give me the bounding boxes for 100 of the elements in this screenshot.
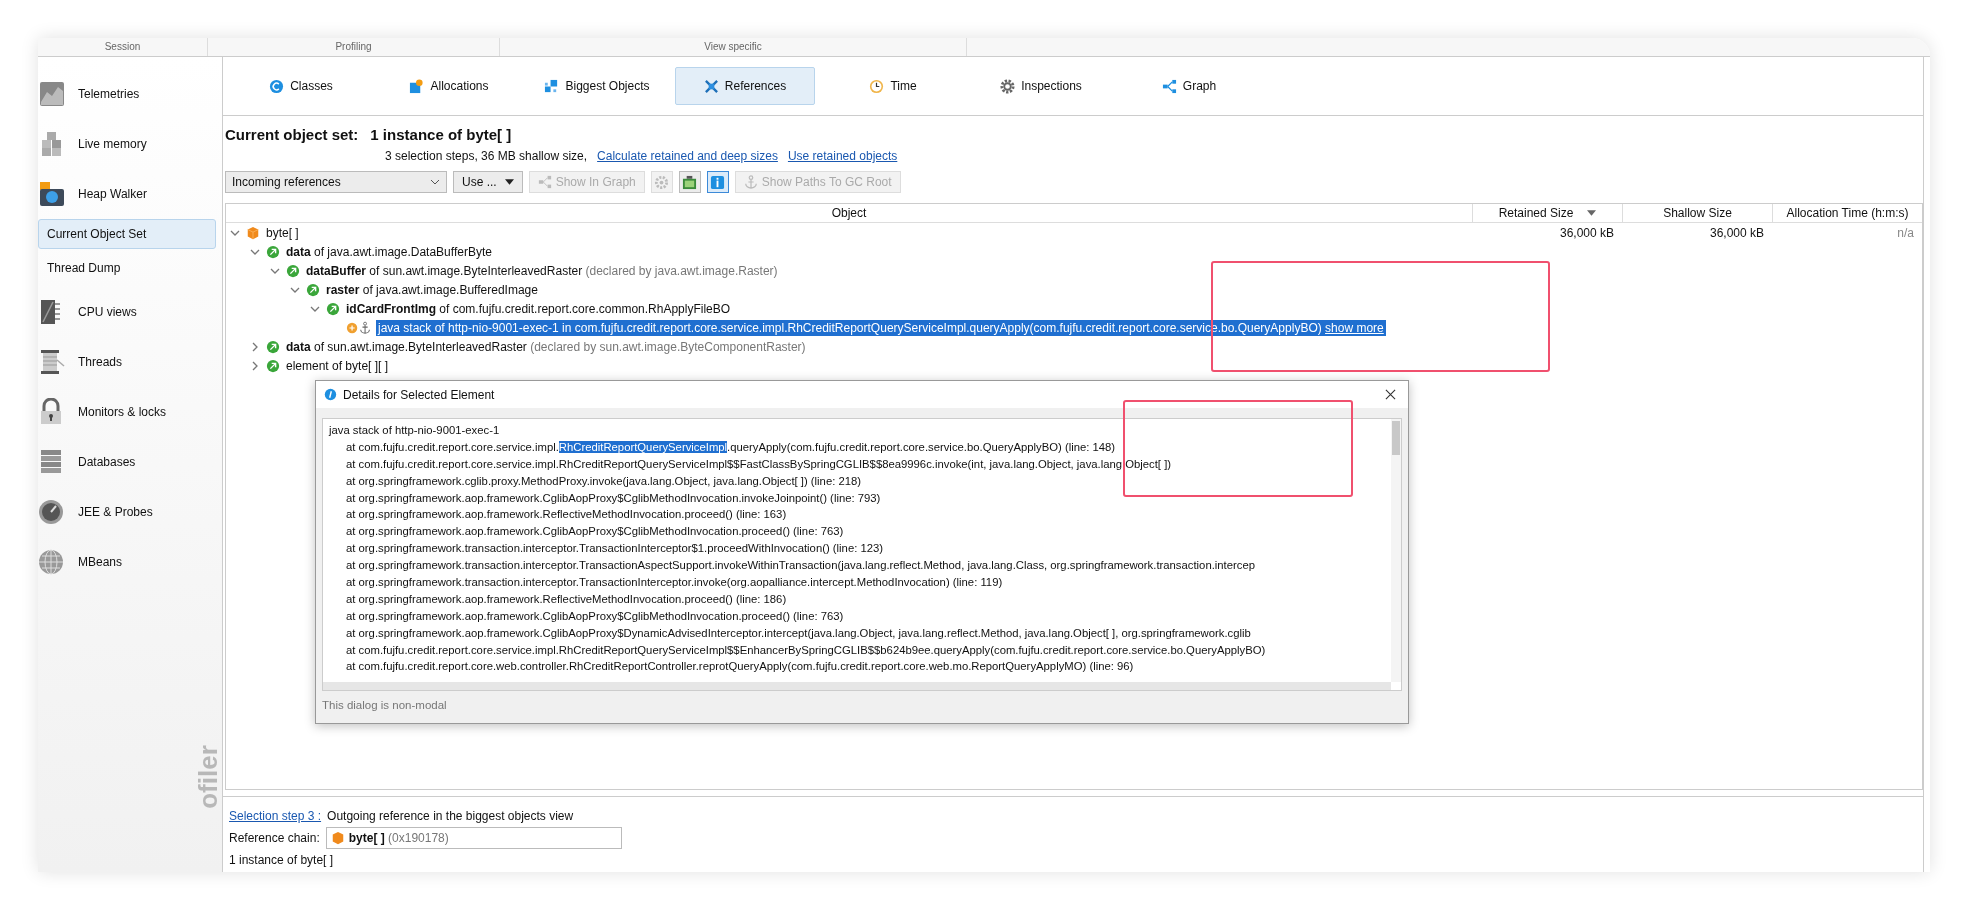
chevron-down-icon: [430, 179, 440, 185]
stack-trace-line: at org.springframework.transaction.interceptor.TransactionAspectSupport.invokeWithinTransaction(java.lang.reflect.Method, java.lang.Class, org.springframework.transaction.intercep: [345, 558, 1256, 574]
sidebar-item[interactable]: Heap Walker: [38, 169, 222, 219]
action-link[interactable]: Use retained objects: [787, 149, 898, 163]
stack-trace-line: at org.springframework.aop.framework.CglibAopProxy$CglibMethodInvocation.proceed() (line: 763): [345, 524, 845, 540]
tree-node[interactable]: idCardFrontImg of com.fujfu.credit.report.core.common.RhApplyFileBO: [344, 300, 733, 317]
sort-caret-icon: [1587, 210, 1597, 216]
stack-trace-line: at com.fujfu.credit.report.core.web.controller.RhCreditReportController.reprotQueryApply(com.fujfu.credit.report.core.web.mo.ReportQueryApplyMO) (line: 96): [345, 659, 1135, 675]
clock-icon: [869, 78, 885, 94]
sidebar-item[interactable]: Databases: [38, 437, 222, 487]
view-tab[interactable]: Time: [823, 67, 963, 105]
view-tab[interactable]: Inspections: [971, 67, 1111, 105]
cleanup-icon: [682, 174, 698, 190]
view-tab[interactable]: Graph: [1119, 67, 1259, 105]
view-tab[interactable]: Allocations: [379, 67, 519, 105]
dialog-title: Details for Selected Element: [343, 387, 495, 402]
stack-trace-text-area[interactable]: [322, 418, 1402, 691]
view-tab[interactable]: References: [675, 67, 815, 105]
gauge-icon: [38, 498, 66, 526]
globe-icon: [38, 548, 66, 576]
chevron-right-icon[interactable]: [250, 341, 260, 352]
tree-node[interactable]: byte[ ]: [264, 224, 301, 241]
stack-trace-line: at org.springframework.aop.framework.CglibAopProxy$CglibMethodInvocation.proceed() (line: 763): [345, 608, 845, 624]
scrollbar[interactable]: [323, 682, 1391, 690]
info-button[interactable]: [706, 171, 729, 193]
sidebar-item[interactable]: CPU views: [38, 287, 222, 337]
dialog-footer-note: This dialog is non-modal: [321, 698, 448, 713]
tree-node[interactable]: raster of java.awt.image.BufferedImage: [324, 281, 540, 298]
info-icon: [324, 388, 337, 401]
gear-icon: [1000, 78, 1016, 94]
tree-node[interactable]: element of byte[ ][ ]: [284, 357, 391, 374]
allocation-time-cell: n/a: [1897, 225, 1914, 240]
view-tab[interactable]: Classes: [231, 67, 371, 105]
reference-icon: [326, 301, 340, 316]
stack-trace-line: at com.fujfu.credit.report.core.service.impl.RhCreditReportQueryServiceImpl$$EnhancerBySpringCGLIB$$b624b9ee.queryApply(com.fujfu.credit.report.core.service.bo.QueryApplyBO): [345, 642, 1267, 658]
reference-chain-field: byte[ ] (0x190178): [325, 827, 622, 849]
sidebar-item[interactable]: Live memory: [38, 119, 222, 169]
cube-icon: [330, 831, 345, 845]
sidebar-subitem[interactable]: Current Object Set: [38, 219, 216, 249]
cross-arrows-icon: [703, 78, 719, 94]
anchor-icon: [743, 175, 758, 189]
sidebar-item[interactable]: JEE & Probes: [38, 487, 222, 537]
sidebar-item[interactable]: MBeans: [38, 537, 222, 587]
use-button[interactable]: Use ...: [453, 171, 523, 193]
tree-node[interactable]: data of java.awt.image.DataBufferByte: [284, 243, 494, 260]
selection-step-link[interactable]: Selection step 3 :: [229, 809, 322, 823]
cube-icon: [246, 225, 260, 240]
reference-icon: [266, 339, 280, 354]
stack-trace-line: at org.springframework.transaction.interceptor.TransactionInterceptor.invoke(org.aopalliance.intercept.MethodInvocation) (line: 119): [345, 575, 1004, 590]
sidebar-item[interactable]: Telemetries: [38, 69, 222, 119]
section-header: View specific: [500, 38, 967, 56]
show-more-link[interactable]: show more: [1325, 320, 1384, 335]
stack-trace-line: at org.springframework.cglib.proxy.MethodProxy.invoke(java.lang.Object, java.lang.Object[ ]) (line: 218): [345, 473, 863, 489]
sidebar-item[interactable]: Monitors & locks: [38, 387, 222, 437]
stack-trace-line: at org.springframework.aop.framework.ReflectiveMethodInvocation.proceed() (line: 186): [345, 591, 788, 607]
stack-trace-line: java stack of http-nio-9001-exec-1: [329, 423, 501, 438]
retained-size-cell: 36,000 kB: [1559, 225, 1614, 240]
view-tab[interactable]: Biggest Objects: [527, 67, 667, 105]
gear-icon: [654, 174, 670, 190]
info-icon: [710, 174, 726, 190]
graph-icon: [537, 175, 552, 189]
reference-icon: [286, 263, 300, 278]
caret-icon: [504, 179, 514, 185]
summary-text: 3 selection steps, 36 MB shallow size,: [385, 149, 588, 163]
action-link[interactable]: Calculate retained and deep sizes: [597, 149, 778, 163]
reference-icon: [306, 282, 320, 297]
object-set-label: Current object set:: [225, 126, 359, 143]
column-header[interactable]: Object: [226, 204, 1472, 222]
reference-chain-label: Reference chain:: [229, 831, 320, 845]
sidebar-subitem[interactable]: Thread Dump: [38, 253, 216, 283]
graph-icon: [1161, 78, 1177, 94]
stack-trace-line: at org.springframework.aop.framework.CglibAopProxy$DynamicAdvisedInterceptor.intercept(java.lang.Object, java.lang.reflect.Method, java.lang.Object[ ], org.springframework.cglib: [345, 625, 1252, 641]
scrollbar[interactable]: [1391, 419, 1401, 682]
camera-icon: [38, 180, 66, 208]
reference-type-dropdown[interactable]: Incoming references: [225, 171, 447, 193]
allocations-icon: [409, 78, 425, 94]
reference-icon: [266, 358, 280, 373]
chevron-right-icon[interactable]: [250, 360, 260, 371]
column-header[interactable]: Shallow Size: [1622, 204, 1772, 222]
section-header: Profiling: [208, 38, 500, 56]
cleanup-button[interactable]: [678, 171, 701, 193]
object-set-value: 1 instance of byte[ ]: [370, 126, 512, 143]
sidebar-logo-text: ofiler: [193, 745, 224, 809]
blocks-icon: [544, 78, 560, 94]
stack-trace-line: at org.springframework.aop.framework.ReflectiveMethodInvocation.proceed() (line: 163): [345, 507, 788, 523]
section-header: Session: [38, 38, 208, 56]
sidebar-item[interactable]: Threads: [38, 337, 222, 387]
tree-node[interactable]: data of sun.awt.image.ByteInterleavedRaster (declared by sun.awt.image.ByteComponentRaster): [284, 338, 808, 355]
shallow-size-cell: 36,000 kB: [1709, 225, 1764, 240]
column-header[interactable]: Allocation Time (h:m:s): [1772, 204, 1922, 222]
tree-node[interactable]: dataBuffer of sun.awt.image.ByteInterleavedRaster (declared by java.awt.image.Raster): [304, 262, 780, 279]
instance-count-text: 1 instance of byte[ ]: [229, 852, 335, 869]
reference-icon: [266, 244, 280, 259]
selection-step-description: Outgoing reference in the biggest objects view: [327, 809, 574, 823]
class-icon: [269, 78, 285, 94]
close-icon[interactable]: [1385, 389, 1396, 400]
stack-trace-line: at org.springframework.aop.framework.CglibAopProxy$CglibMethodInvocation.invokeJoinpoint() (line: 793): [345, 490, 882, 506]
stack-trace-line: at org.springframework.transaction.interceptor.TransactionInterceptor$1.proceedWithInvocation() (line: 123): [345, 541, 885, 557]
stack-anchor-icon: [346, 320, 372, 335]
column-header[interactable]: Retained Size: [1472, 204, 1622, 222]
